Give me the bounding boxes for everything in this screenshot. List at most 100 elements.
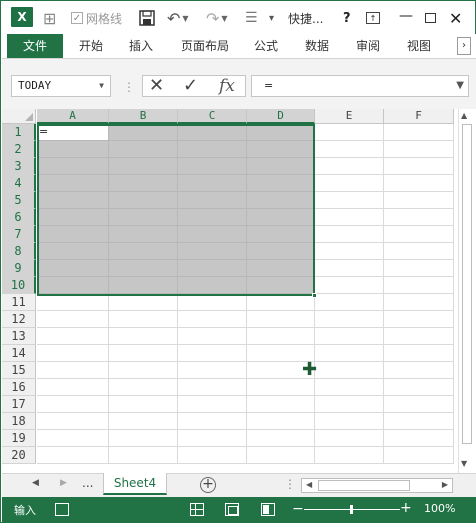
cell[interactable] <box>109 294 178 311</box>
row-header[interactable]: 19 <box>2 430 36 447</box>
cell[interactable] <box>315 430 384 447</box>
cell[interactable] <box>37 294 109 311</box>
column-header[interactable]: E <box>315 109 384 124</box>
cell[interactable] <box>315 209 384 226</box>
cell[interactable] <box>247 158 315 175</box>
ribbon-display-options-icon[interactable]: ↑ <box>366 12 380 24</box>
cell[interactable] <box>37 345 109 362</box>
cell[interactable] <box>109 413 178 430</box>
save-icon[interactable] <box>139 7 155 29</box>
column-header[interactable]: D <box>247 109 315 124</box>
checkbox-icon[interactable]: ✓ <box>71 12 83 24</box>
cell[interactable] <box>109 260 178 277</box>
cell[interactable] <box>178 396 247 413</box>
cell[interactable] <box>247 141 315 158</box>
cell[interactable] <box>109 277 178 294</box>
sheet-tab-active[interactable]: Sheet4 <box>103 473 167 495</box>
cell[interactable] <box>247 124 315 141</box>
cell[interactable] <box>384 396 454 413</box>
vertical-scroll-thumb[interactable] <box>462 124 472 444</box>
cell[interactable] <box>178 260 247 277</box>
cell[interactable] <box>315 243 384 260</box>
cell[interactable] <box>109 226 178 243</box>
select-all-corner[interactable] <box>2 109 36 124</box>
scroll-right-icon[interactable]: ▶ <box>442 480 448 489</box>
zoom-slider-knob[interactable] <box>350 505 353 514</box>
cell[interactable] <box>247 447 315 464</box>
cell[interactable] <box>109 311 178 328</box>
previous-sheet-icon[interactable]: ◀ <box>32 478 39 488</box>
tab-insert[interactable]: 插入 <box>120 34 162 58</box>
cell[interactable] <box>384 124 454 141</box>
macro-record-icon[interactable] <box>55 503 69 516</box>
undo-icon[interactable]: ↶ ▼ <box>167 7 189 29</box>
cell[interactable] <box>384 328 454 345</box>
worksheet-grid[interactable]: A B C D E F 1 = 2 3 4 5 6 7 8 9 10 11 12 13 14 15 16 17 18 19 20 ✚ <box>2 109 476 473</box>
cell[interactable] <box>315 175 384 192</box>
tab-home[interactable]: 开始 <box>70 34 112 58</box>
cell[interactable] <box>109 362 178 379</box>
cell[interactable] <box>247 277 315 294</box>
help-icon[interactable]: ? <box>343 7 351 29</box>
cell[interactable] <box>247 413 315 430</box>
add-sheet-icon[interactable]: + <box>200 477 216 493</box>
scroll-left-icon[interactable]: ◀ <box>306 480 312 489</box>
row-header[interactable]: 5 <box>2 192 36 209</box>
tab-view[interactable]: 视图 <box>398 34 440 58</box>
cell[interactable] <box>37 226 109 243</box>
insert-function-icon[interactable]: fx <box>219 76 235 96</box>
cell[interactable] <box>37 328 109 345</box>
row-header[interactable]: 13 <box>2 328 36 345</box>
cell[interactable] <box>315 277 384 294</box>
table-icon[interactable]: ⊞ <box>43 7 61 29</box>
row-header[interactable]: 1 <box>2 124 36 141</box>
row-header[interactable]: 17 <box>2 396 36 413</box>
page-layout-view-icon[interactable] <box>225 503 239 516</box>
cell[interactable] <box>315 362 384 379</box>
cell[interactable] <box>178 277 247 294</box>
cell[interactable] <box>109 345 178 362</box>
cell[interactable] <box>178 294 247 311</box>
cell[interactable] <box>315 396 384 413</box>
tab-formulas[interactable]: 公式 <box>245 34 287 58</box>
cell[interactable] <box>247 430 315 447</box>
cell[interactable] <box>247 379 315 396</box>
page-break-preview-icon[interactable] <box>261 503 275 516</box>
cell[interactable] <box>315 260 384 277</box>
cell[interactable] <box>109 175 178 192</box>
fill-handle[interactable] <box>312 293 317 298</box>
cell[interactable] <box>37 209 109 226</box>
cell[interactable] <box>315 345 384 362</box>
row-header[interactable]: 15 <box>2 362 36 379</box>
maximize-icon[interactable] <box>425 13 436 23</box>
cell[interactable] <box>37 396 109 413</box>
cell[interactable] <box>178 379 247 396</box>
cell[interactable] <box>178 175 247 192</box>
active-cell[interactable]: = <box>37 124 109 141</box>
cell[interactable] <box>384 158 454 175</box>
column-header[interactable]: A <box>37 109 109 124</box>
cell[interactable] <box>109 141 178 158</box>
next-sheet-icon[interactable]: ▶ <box>60 478 67 488</box>
cell[interactable] <box>178 447 247 464</box>
cell[interactable] <box>37 277 109 294</box>
scroll-up-icon[interactable]: ▲ <box>461 111 467 120</box>
cell[interactable] <box>315 447 384 464</box>
scroll-down-icon[interactable]: ▼ <box>461 459 467 468</box>
cell[interactable] <box>109 158 178 175</box>
column-header[interactable]: C <box>178 109 247 124</box>
cancel-icon[interactable]: ✕ <box>149 76 164 96</box>
cell[interactable] <box>247 260 315 277</box>
cell[interactable] <box>247 226 315 243</box>
cell[interactable] <box>247 396 315 413</box>
tab-review[interactable]: 审阅 <box>347 34 389 58</box>
cell[interactable] <box>37 260 109 277</box>
cell[interactable] <box>384 345 454 362</box>
cell[interactable] <box>37 362 109 379</box>
cell[interactable] <box>109 124 178 141</box>
cell[interactable] <box>178 192 247 209</box>
cell[interactable] <box>315 379 384 396</box>
cell[interactable] <box>384 175 454 192</box>
ribbon-scroll-right-icon[interactable]: › <box>457 37 471 55</box>
cell[interactable] <box>247 209 315 226</box>
